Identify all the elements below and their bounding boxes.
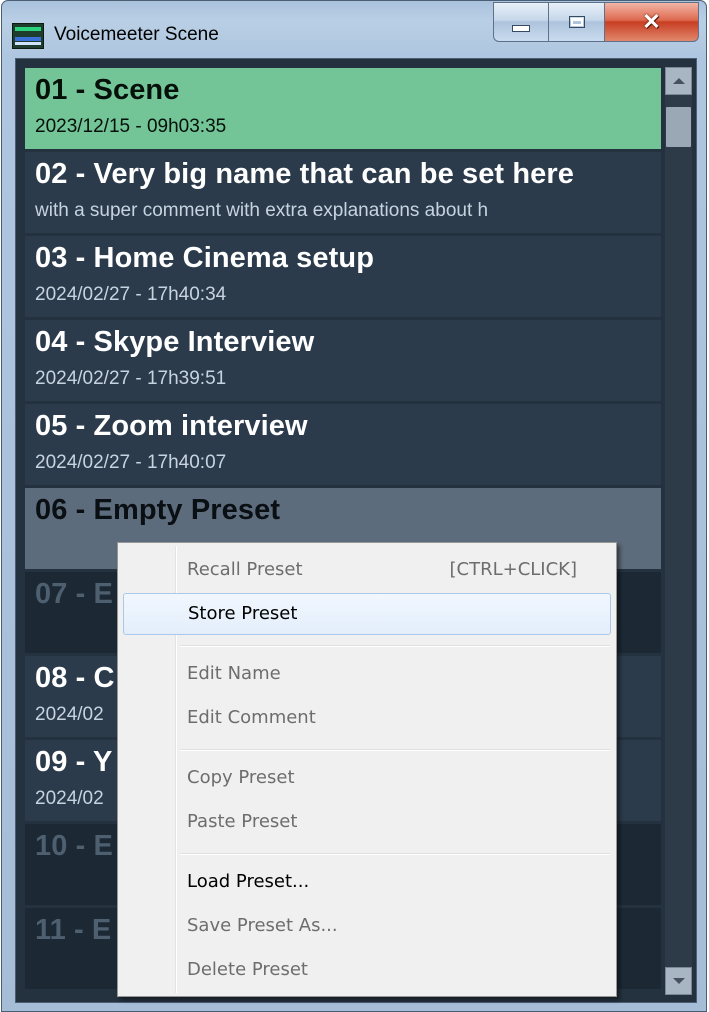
preset-name: 05 - Zoom interview [35,410,308,442]
preset-name: 09 - Y [35,746,113,778]
menu-item-edit-name[interactable]: Edit Name [121,653,613,695]
menu-item-paste-preset[interactable]: Paste Preset [121,801,613,843]
preset-subtitle: 2024/02/27 - 17h39:51 [35,368,227,389]
voicemeeter-app-icon[interactable] [12,23,44,49]
preset-subtitle: 2023/12/15 - 09h03:35 [35,116,227,137]
menu-separator [180,645,610,647]
menu-item-edit-comment[interactable]: Edit Comment [121,697,613,739]
menu-item-shortcut: [CTRL+CLICK] [449,559,577,580]
scroll-up-arrow-icon [673,78,685,84]
scroll-up-button[interactable] [665,67,692,95]
preset-name: 03 - Home Cinema setup [35,242,375,274]
title-bar[interactable]: Voicemeeter Scene ✕ [2,1,706,59]
preset-subtitle: 2024/02/27 - 17h40:07 [35,452,227,473]
caption-buttons: ✕ [493,2,699,44]
scroll-down-arrow-icon [673,978,685,984]
menu-item-delete-preset[interactable]: Delete Preset [121,949,613,991]
preset-name: 01 - Scene [35,74,180,106]
menu-item-copy-preset[interactable]: Copy Preset [121,757,613,799]
maximize-icon [568,16,585,28]
menu-item-label: Delete Preset [187,959,308,980]
menu-separator [180,853,610,855]
preset-context-menu: Recall Preset [CTRL+CLICK] Store Preset … [117,542,617,997]
vertical-scrollbar[interactable] [665,67,692,995]
preset-subtitle: 2024/02 [35,704,104,725]
menu-item-load-preset[interactable]: Load Preset... [121,861,613,903]
preset-name: 04 - Skype Interview [35,326,315,358]
preset-name: 07 - E [35,578,113,610]
minimize-button[interactable] [493,2,549,42]
preset-name: 11 - E [35,914,112,946]
maximize-button[interactable] [549,2,605,42]
menu-item-store-preset[interactable]: Store Preset [123,593,611,635]
menu-item-label: Edit Comment [187,707,316,728]
preset-subtitle: 2024/02/27 - 17h40:34 [35,284,227,305]
menu-item-label: Recall Preset [187,559,303,580]
menu-item-label: Store Preset [188,603,298,624]
preset-item-05[interactable]: 05 - Zoom interview 2024/02/27 - 17h40:0… [25,404,661,485]
scrollbar-thumb[interactable] [666,107,691,147]
preset-name: 06 - Empty Preset [35,494,281,526]
close-icon: ✕ [642,9,661,34]
close-button[interactable]: ✕ [605,2,699,42]
menu-item-label: Load Preset... [187,871,310,892]
window-title: Voicemeeter Scene [54,24,219,45]
preset-item-02[interactable]: 02 - Very big name that can be set here … [25,152,661,233]
preset-item-03[interactable]: 03 - Home Cinema setup 2024/02/27 - 17h4… [25,236,661,317]
preset-name: 10 - E [35,830,113,862]
menu-item-label: Save Preset As... [187,915,338,936]
menu-item-recall-preset[interactable]: Recall Preset [CTRL+CLICK] [121,549,613,591]
menu-item-label: Paste Preset [187,811,298,832]
minimize-icon [512,24,530,32]
menu-item-save-preset-as[interactable]: Save Preset As... [121,905,613,947]
preset-name: 08 - C [35,662,115,694]
preset-name: 02 - Very big name that can be set here [35,158,574,190]
menu-item-label: Copy Preset [187,767,295,788]
preset-item-01[interactable]: 01 - Scene 2023/12/15 - 09h03:35 [25,68,661,149]
scroll-down-button[interactable] [665,967,692,995]
menu-separator [180,749,610,751]
preset-item-04[interactable]: 04 - Skype Interview 2024/02/27 - 17h39:… [25,320,661,401]
menu-item-label: Edit Name [187,663,281,684]
preset-subtitle: 2024/02 [35,788,104,809]
preset-subtitle: with a super comment with extra explanat… [35,200,489,221]
